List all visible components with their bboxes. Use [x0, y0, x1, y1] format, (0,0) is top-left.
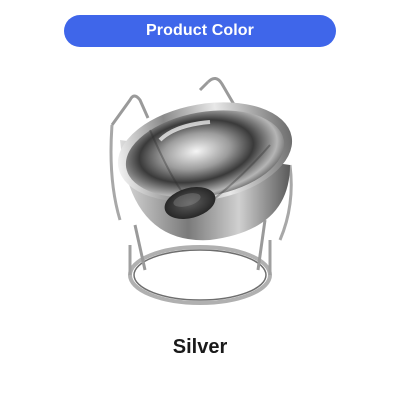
silver-bowl-on-stand-image [109, 77, 293, 305]
product-color-card: Product Color Silver [0, 0, 400, 400]
color-name-label: Silver [172, 336, 228, 358]
product-color-title: Product Color [64, 15, 336, 47]
